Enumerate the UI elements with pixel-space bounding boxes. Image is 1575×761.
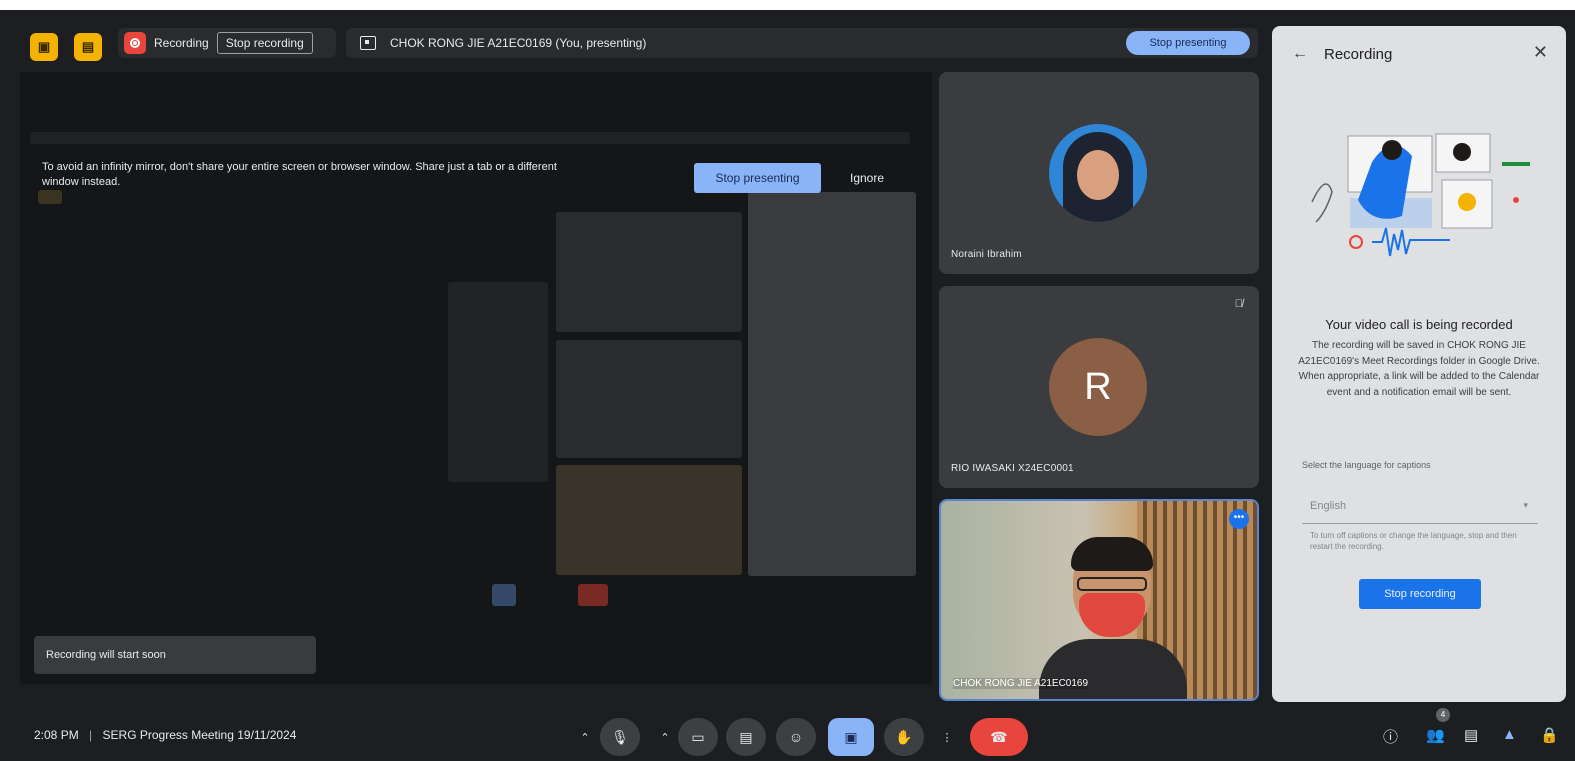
recording-label: Recording [154, 36, 209, 50]
people-icon[interactable]: 👥 [1426, 726, 1445, 744]
mirror-inner [448, 282, 548, 482]
infinity-mirror-warning: To avoid an infinity mirror, don't share… [42, 161, 557, 188]
recording-panel: ← Recording ✕ Your video call is being r… [1272, 26, 1566, 702]
mirror-end-call [578, 584, 608, 606]
emoji-icon[interactable]: ☺ [776, 718, 816, 756]
mirror-app-icon [38, 190, 62, 204]
recording-illustration [1311, 133, 1530, 257]
camera-icon[interactable]: ▭ [678, 718, 718, 756]
present-screen-icon [360, 36, 376, 50]
mic-icon[interactable]: 🎙 [600, 718, 640, 756]
language-label: Select the language for captions [1302, 460, 1431, 470]
panel-title: Recording [1324, 45, 1393, 63]
bottom-bar: 2:08 PM | SERG Progress Meeting 19/11/20… [0, 706, 1575, 761]
app-icon-2[interactable]: ▤ [74, 33, 102, 61]
chat-icon[interactable]: ▤ [1464, 726, 1478, 744]
people-count-badge: 4 [1436, 708, 1450, 722]
caption-language-select[interactable]: English ▾ [1302, 486, 1538, 524]
app-icon-1[interactable]: ▣ [30, 33, 58, 61]
stop-recording-button[interactable]: Stop recording [1359, 579, 1481, 609]
chevron-down-icon: ▾ [1523, 500, 1528, 510]
participant-tile-rio[interactable]: 🎙̸ R RIO IWASAKI X24EC0001 [939, 286, 1259, 488]
clock-time: 2:08 PM [34, 728, 79, 742]
top-edge [0, 0, 1575, 10]
app-icon-1-glyph: ▣ [37, 39, 51, 54]
participant-name: RIO IWASAKI X24EC0001 [951, 463, 1074, 474]
self-person [1039, 537, 1187, 699]
presenting-bar: CHOK RONG JIE A21EC0169 (You, presenting… [346, 28, 1258, 58]
stop-presenting-top-button[interactable]: Stop presenting [1126, 31, 1250, 55]
participant-name: Noraini Ibrahim [951, 249, 1022, 260]
stop-presenting-button[interactable]: Stop presenting [694, 163, 821, 193]
host-controls-icon[interactable]: 🔒 [1540, 726, 1559, 744]
mirror-tile-2 [556, 340, 742, 458]
app-icon-2-glyph: ▤ [81, 39, 95, 54]
panel-heading: Your video call is being recorded [1325, 317, 1513, 332]
language-value: English [1310, 500, 1347, 512]
panel-header: ← Recording [1272, 26, 1566, 82]
stop-recording-top-button[interactable]: Stop recording [216, 32, 313, 54]
panel-description: The recording will be saved in CHOK RONG… [1298, 340, 1540, 398]
end-call-button[interactable]: ☎ [970, 718, 1028, 756]
recording-indicator: Recording Stop recording [118, 28, 336, 58]
mirror-tile-1 [556, 212, 742, 332]
present-screen-icon[interactable]: ▣ [828, 718, 874, 756]
participant-name: CHOK RONG JIE A21EC0169 [953, 678, 1089, 689]
back-arrow-icon[interactable]: ← [1292, 45, 1308, 63]
meeting-info: 2:08 PM | SERG Progress Meeting 19/11/20… [34, 728, 296, 742]
record-icon [124, 32, 146, 54]
meeting-title: SERG Progress Meeting 19/11/2024 [102, 728, 297, 742]
captions-icon[interactable]: ▤ [726, 718, 766, 756]
info-icon[interactable]: ⓘ [1383, 726, 1398, 747]
mirror-present-btn [492, 584, 516, 606]
presenting-label: CHOK RONG JIE A21EC0169 (You, presenting… [390, 36, 647, 50]
raise-hand-icon[interactable]: ✋ [884, 718, 924, 756]
mirror-strip [30, 132, 910, 144]
mirror-panel [748, 192, 916, 576]
recording-start-toast: Recording will start soon [34, 636, 316, 674]
close-icon[interactable]: ✕ [1533, 42, 1548, 63]
audio-options-chevron-icon[interactable]: ⌃ [570, 718, 600, 756]
video-options-chevron-icon[interactable]: ⌃ [650, 718, 680, 756]
participant-tile-self[interactable]: ••• CHOK RONG JIE A21EC0169 [939, 499, 1259, 701]
more-options-icon[interactable]: ••• [1229, 509, 1249, 529]
participant-tile-noraini[interactable]: Noraini Ibrahim [939, 72, 1259, 274]
ignore-button[interactable]: Ignore [836, 163, 898, 193]
mirror-tile-3 [556, 465, 742, 575]
avatar [1049, 124, 1147, 222]
separator: | [89, 728, 93, 742]
activities-icon[interactable]: ▲ [1502, 726, 1517, 743]
avatar: R [1049, 338, 1147, 436]
language-hint: To turn off captions or change the langu… [1310, 531, 1517, 551]
mic-off-icon: 🎙̸ [1234, 298, 1243, 310]
more-options-icon[interactable]: ⋮ [932, 718, 962, 756]
